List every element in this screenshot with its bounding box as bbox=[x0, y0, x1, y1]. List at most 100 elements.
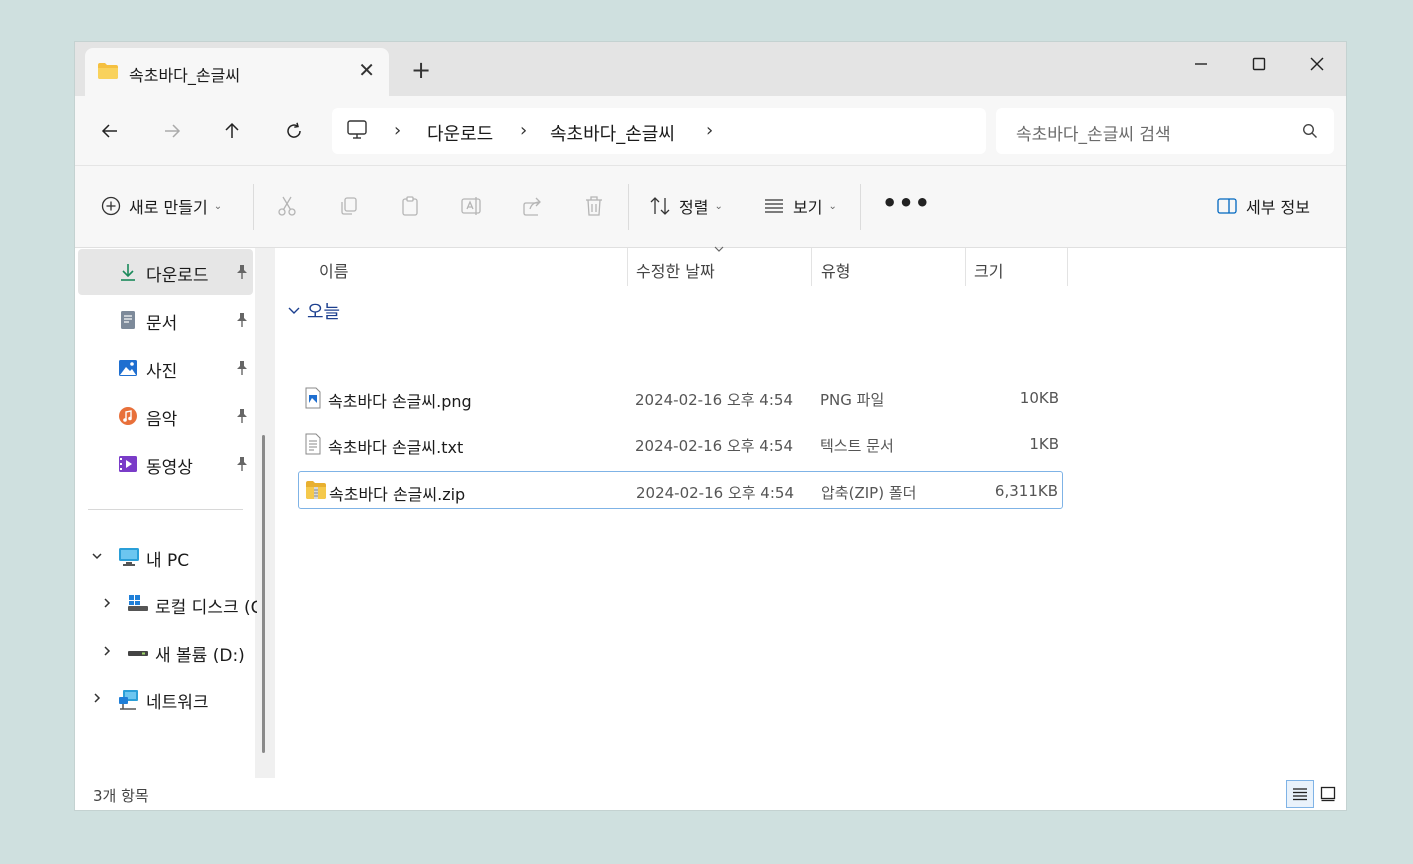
sidebar-item-new-volume[interactable]: 새 볼륨 (D:) bbox=[75, 632, 255, 672]
command-bar: 새로 만들기 ⌄ 정렬 ⌄ 보기 ⌄ ••• 세부 정보 bbox=[75, 166, 1346, 248]
new-tab-button[interactable]: + bbox=[411, 58, 431, 82]
breadcrumb[interactable]: › 다운로드 › 속초바다_손글씨 › bbox=[332, 108, 986, 154]
back-button[interactable] bbox=[95, 116, 125, 146]
column-header-size[interactable]: 크기 bbox=[974, 258, 1003, 282]
network-icon bbox=[119, 690, 138, 710]
file-type: 압축(ZIP) 폴더 bbox=[821, 484, 917, 502]
sidebar-item-music[interactable]: 음악 bbox=[78, 393, 253, 439]
sidebar-item-label: 내 PC bbox=[146, 551, 190, 571]
pin-icon bbox=[237, 313, 247, 327]
delete-icon[interactable] bbox=[583, 195, 605, 221]
tab-current-folder[interactable]: 속초바다_손글씨 ✕ bbox=[85, 48, 389, 96]
new-button[interactable]: 새로 만들기 ⌄ bbox=[101, 194, 222, 218]
minimize-button[interactable] bbox=[1172, 48, 1230, 80]
copy-icon[interactable] bbox=[338, 195, 360, 221]
details-pane-button[interactable]: 세부 정보 bbox=[1216, 194, 1310, 218]
sidebar-item-label: 로컬 디스크 (C:) bbox=[155, 598, 257, 618]
breadcrumb-separator[interactable]: › bbox=[394, 120, 401, 141]
search-icon[interactable] bbox=[1302, 123, 1318, 143]
sidebar-item-label: 다운로드 bbox=[146, 266, 209, 286]
download-icon bbox=[121, 264, 135, 281]
details-view-icon bbox=[1293, 788, 1307, 801]
column-header-type[interactable]: 유형 bbox=[821, 258, 850, 282]
share-icon[interactable] bbox=[522, 195, 544, 221]
file-name: 속초바다 손글씨.png bbox=[328, 392, 472, 411]
breadcrumb-item-current[interactable]: 속초바다_손글씨 bbox=[550, 120, 675, 146]
sidebar-divider bbox=[88, 509, 243, 510]
tiles-view-button[interactable] bbox=[1314, 780, 1342, 808]
table-row[interactable]: 속초바다 손글씨.zip 2024-02-16 오후 4:54 압축(ZIP) … bbox=[298, 471, 1063, 509]
up-button[interactable] bbox=[217, 116, 247, 146]
sidebar-item-videos[interactable]: 동영상 bbox=[78, 441, 253, 487]
sidebar-scrollbar[interactable] bbox=[262, 435, 265, 753]
table-row[interactable]: 속초바다 손글씨.txt 2024-02-16 오후 4:54 텍스트 문서 1… bbox=[298, 425, 1063, 463]
file-type: 텍스트 문서 bbox=[820, 437, 894, 455]
file-explorer-window: 속초바다_손글씨 ✕ + › 다운로드 › 속초바다_손글씨 › 속초바다_손글… bbox=[75, 42, 1346, 810]
sort-descending-icon bbox=[714, 246, 724, 252]
forward-button[interactable] bbox=[157, 116, 187, 146]
breadcrumb-item-downloads[interactable]: 다운로드 bbox=[427, 120, 493, 146]
chevron-down-icon: ⌄ bbox=[714, 200, 723, 212]
file-size: 1KB bbox=[1029, 435, 1059, 453]
column-divider[interactable] bbox=[1067, 248, 1068, 286]
navigation-pane: 다운로드 문서 사진 음악 동영상 내 PC 로컬 디스크 (C 새 볼륨 (D… bbox=[75, 248, 257, 778]
refresh-icon bbox=[287, 122, 301, 138]
breadcrumb-separator[interactable]: › bbox=[706, 120, 713, 141]
text-file-icon bbox=[305, 433, 321, 455]
table-row[interactable]: 속초바다 손글씨.png 2024-02-16 오후 4:54 PNG 파일 1… bbox=[298, 379, 1063, 417]
group-header-today[interactable]: 오늘 bbox=[287, 298, 340, 324]
sidebar-item-label: 동영상 bbox=[146, 458, 193, 478]
cut-icon[interactable] bbox=[276, 195, 298, 221]
document-icon bbox=[121, 311, 135, 329]
file-list: 이름 수정한 날짜 유형 크기 오늘 속초바다 손글씨.png 2024-02-… bbox=[275, 246, 1346, 778]
more-options-icon[interactable]: ••• bbox=[882, 189, 931, 217]
chevron-down-icon bbox=[92, 553, 102, 560]
close-tab-icon[interactable]: ✕ bbox=[358, 58, 375, 82]
sidebar-splitter[interactable] bbox=[255, 248, 275, 778]
rename-icon[interactable] bbox=[460, 195, 482, 221]
sidebar-item-label: 음악 bbox=[146, 410, 178, 430]
details-view-button[interactable] bbox=[1286, 780, 1314, 808]
sidebar-item-pictures[interactable]: 사진 bbox=[78, 345, 253, 391]
close-window-button[interactable] bbox=[1288, 48, 1346, 80]
sort-button[interactable]: 정렬 ⌄ bbox=[649, 194, 723, 218]
sidebar-item-local-disk[interactable]: 로컬 디스크 (C:) bbox=[75, 584, 257, 624]
sidebar-item-network[interactable]: 네트워크 bbox=[75, 679, 255, 719]
drive-icon bbox=[128, 595, 148, 611]
computer-icon[interactable] bbox=[346, 119, 368, 145]
maximize-button[interactable] bbox=[1230, 48, 1288, 80]
view-button[interactable]: 보기 ⌄ bbox=[763, 194, 837, 218]
sidebar-item-documents[interactable]: 문서 bbox=[78, 297, 253, 343]
title-bar: 속초바다_손글씨 ✕ + bbox=[75, 42, 1346, 96]
file-type: PNG 파일 bbox=[820, 391, 885, 409]
refresh-button[interactable] bbox=[279, 116, 309, 146]
png-file-icon bbox=[305, 387, 321, 409]
sidebar-item-label: 문서 bbox=[146, 314, 178, 334]
music-icon bbox=[119, 407, 137, 425]
column-divider[interactable] bbox=[965, 248, 966, 286]
column-header-name[interactable]: 이름 bbox=[319, 258, 348, 282]
video-icon bbox=[119, 456, 137, 472]
tab-title: 속초바다_손글씨 bbox=[129, 66, 241, 85]
paste-icon[interactable] bbox=[399, 195, 421, 221]
sidebar-item-downloads[interactable]: 다운로드 bbox=[78, 249, 253, 295]
zip-folder-icon bbox=[306, 481, 326, 499]
column-divider[interactable] bbox=[627, 248, 628, 286]
details-pane-icon bbox=[1217, 198, 1237, 214]
tiles-view-icon bbox=[1320, 786, 1336, 802]
file-size: 6,311KB bbox=[994, 482, 1058, 500]
view-button-label: 보기 bbox=[793, 198, 823, 217]
search-input[interactable]: 속초바다_손글씨 검색 bbox=[1016, 120, 1171, 145]
sort-button-label: 정렬 bbox=[679, 198, 709, 217]
sidebar-item-label: 새 볼륨 (D:) bbox=[155, 646, 245, 666]
file-date: 2024-02-16 오후 4:54 bbox=[635, 437, 793, 455]
item-count: 3개 항목 bbox=[93, 787, 149, 805]
breadcrumb-separator[interactable]: › bbox=[520, 120, 527, 141]
column-header-date[interactable]: 수정한 날짜 bbox=[636, 258, 715, 282]
details-pane-label: 세부 정보 bbox=[1246, 198, 1310, 217]
sidebar-item-label: 사진 bbox=[146, 362, 178, 382]
search-box[interactable]: 속초바다_손글씨 검색 bbox=[996, 108, 1334, 154]
sidebar-item-this-pc[interactable]: 내 PC bbox=[75, 537, 255, 577]
column-divider[interactable] bbox=[811, 248, 812, 286]
chevron-right-icon bbox=[94, 693, 101, 703]
